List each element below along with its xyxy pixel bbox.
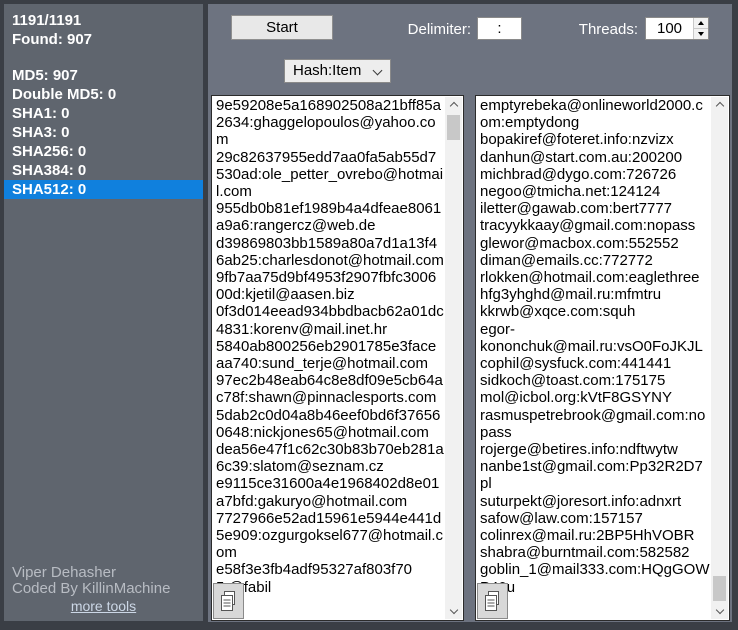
chevron-up-icon (449, 101, 458, 111)
scroll-down-button[interactable] (711, 604, 728, 619)
hash-mode-select[interactable]: Hash:Item (284, 59, 391, 83)
found-count: Found: 907 (12, 31, 93, 48)
scroll-up-button[interactable] (445, 97, 462, 112)
hash-type-item[interactable]: SHA384: 0 (4, 161, 203, 180)
more-tools-link[interactable]: more tools (4, 598, 203, 614)
viper-dehasher-window: 1191/1191 Found: 907 MD5: 907 Double MD5:… (0, 0, 738, 630)
delimiter-label: Delimiter: (407, 21, 471, 38)
results-text[interactable]: emptyrebeka@onlineworld2000.com:emptydon… (480, 97, 710, 620)
progress-count: 1191/1191 (12, 12, 82, 29)
credit-text: Coded By KillinMachine (12, 580, 171, 597)
hash-type-item[interactable]: Double MD5: 0 (4, 85, 203, 104)
spinner-down-button[interactable] (694, 28, 708, 39)
hash-input-pane: 9e59208e5a168902508a21bff85a2634:ghaggel… (211, 95, 464, 621)
scrollbar-thumb[interactable] (713, 576, 726, 601)
hash-input-text[interactable]: 9e59208e5a168902508a21bff85a2634:ghaggel… (216, 97, 444, 620)
app-title: Viper Dehasher (12, 564, 116, 581)
hash-type-item[interactable]: SHA256: 0 (4, 142, 203, 161)
copy-pages-icon (220, 591, 235, 611)
threads-label: Threads: (578, 21, 638, 38)
hash-type-item[interactable]: SHA3: 0 (4, 123, 203, 142)
scroll-down-button[interactable] (445, 604, 462, 619)
hash-type-list: MD5: 907 Double MD5: 0 SHA1: 0 SHA3: 0 SHA25… (4, 66, 203, 199)
stats-block: 1191/1191 Found: 907 (4, 4, 203, 49)
spinner-up-button[interactable] (694, 18, 708, 28)
threads-value[interactable]: 100 (646, 18, 693, 39)
copy-pages-icon (484, 591, 499, 611)
results-scrollbar[interactable] (711, 97, 728, 619)
scroll-up-button[interactable] (711, 97, 728, 112)
hash-mode-value: Hash:Item (293, 62, 362, 79)
hash-type-item[interactable]: SHA1: 0 (4, 104, 203, 123)
triangle-down-icon (698, 32, 704, 36)
scrollbar-thumb[interactable] (447, 115, 460, 140)
chevron-up-icon (715, 101, 724, 111)
copy-results-button[interactable] (477, 583, 508, 619)
sidebar-footer: Viper Dehasher Coded By KillinMachine mo… (4, 564, 203, 615)
results-pane: emptyrebeka@onlineworld2000.com:emptydon… (475, 95, 730, 621)
hash-type-item[interactable]: MD5: 907 (4, 66, 203, 85)
stats-sidebar: 1191/1191 Found: 907 MD5: 907 Double MD5:… (4, 4, 203, 621)
hash-input-scrollbar[interactable] (445, 97, 462, 619)
chevron-down-icon (715, 605, 724, 615)
chevron-down-icon (372, 65, 383, 76)
copy-input-button[interactable] (213, 583, 244, 619)
main-panel: Start Delimiter: : Threads: 100 Hash:Ite… (208, 4, 732, 622)
delimiter-input[interactable]: : (477, 17, 522, 40)
threads-spinner (693, 18, 708, 39)
chevron-down-icon (449, 605, 458, 615)
hash-type-item[interactable]: SHA512: 0 (4, 180, 203, 199)
threads-stepper[interactable]: 100 (645, 17, 709, 40)
start-button[interactable]: Start (231, 15, 333, 40)
triangle-up-icon (698, 21, 704, 25)
